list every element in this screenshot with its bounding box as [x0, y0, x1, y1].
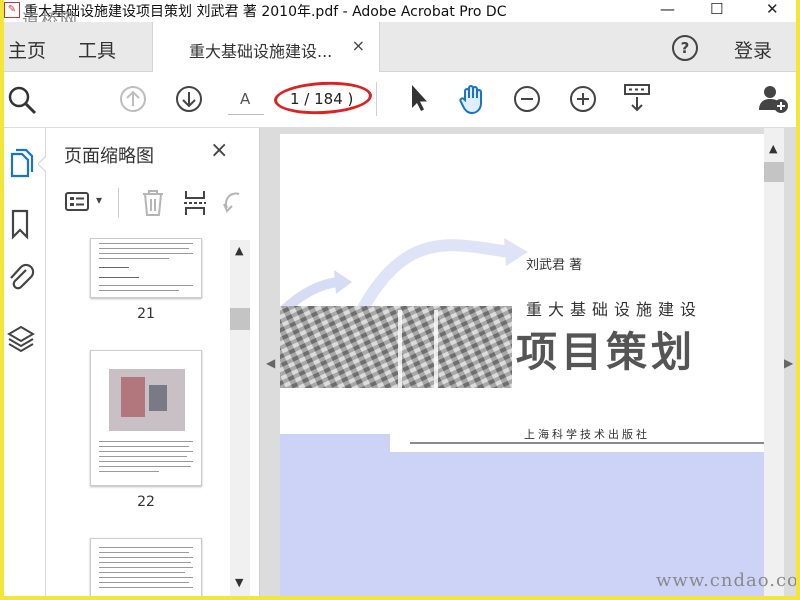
toolbar: A 1 / 184 ): [4, 72, 796, 128]
active-pane-indicator: [38, 156, 46, 172]
thumbnails-panel: 页面缩略图 × ▾ 21 22: [46, 128, 260, 596]
toolbar-divider: [376, 82, 377, 116]
acrobat-logo-icon: ✎: [4, 2, 20, 18]
menu-home[interactable]: 主页: [8, 36, 46, 63]
pdf-page: 刘武君 著 重大基础设施建设 项目策划 上海科学技术出版社: [280, 134, 766, 596]
attachment-icon[interactable]: [6, 262, 36, 296]
app-window: ✎ 重大基础设施建设项目策划 刘武君 著 2010年.pdf - Adobe A…: [4, 0, 796, 596]
tab-row: 主页 工具 重大基础设施建设... × ? 登录: [4, 22, 796, 72]
help-icon[interactable]: ?: [672, 35, 698, 61]
thumbnail-scrollbar[interactable]: ▲ ▼: [230, 240, 250, 596]
page-thumbnail[interactable]: [90, 238, 202, 298]
zoom-in-icon[interactable]: [568, 84, 598, 114]
panel-toolbar-divider: [118, 188, 119, 218]
maximize-button[interactable]: ☐: [710, 0, 723, 18]
insert-page-icon[interactable]: [182, 188, 208, 218]
cover-series-title: 重大基础设施建设: [526, 300, 703, 319]
cover-artwork: [280, 238, 528, 388]
document-scrollbar[interactable]: ▲: [764, 128, 784, 596]
scroll-up-arrow-icon[interactable]: ▲: [235, 244, 243, 257]
document-tab[interactable]: 重大基础设施建设... ×: [152, 22, 380, 72]
doc-scroll-up-arrow-icon[interactable]: ▲: [769, 142, 777, 155]
page-thumbnail[interactable]: [90, 350, 202, 486]
thumbnail-page-label: 22: [137, 494, 155, 510]
thumbnail-list: 21 22: [46, 238, 240, 596]
cover-main-title: 项目策划: [516, 328, 696, 376]
rotate-page-icon[interactable]: [222, 190, 244, 216]
thumbnail-options-icon[interactable]: [64, 190, 90, 214]
navigation-rail: [4, 128, 46, 596]
cover-lower-band-step: [280, 434, 390, 454]
share-user-icon[interactable]: [756, 82, 790, 116]
page-display-icon[interactable]: [622, 82, 652, 114]
search-icon[interactable]: [6, 84, 38, 116]
hand-tool-icon[interactable]: [456, 82, 490, 116]
layers-icon[interactable]: [6, 324, 36, 356]
pages-icon[interactable]: [6, 148, 36, 182]
panel-close-icon[interactable]: ×: [210, 138, 228, 163]
page-number-field-prefix[interactable]: A: [240, 90, 250, 108]
document-tab-label: 重大基础设施建设...: [189, 42, 333, 61]
zoom-out-icon[interactable]: [512, 84, 542, 114]
options-dropdown-arrow-icon[interactable]: ▾: [96, 193, 102, 207]
title-bar: ✎ 重大基础设施建设项目策划 刘武君 著 2010年.pdf - Adobe A…: [4, 0, 796, 22]
next-page-icon[interactable]: [174, 84, 204, 114]
document-viewer[interactable]: ◀ 刘武君 著 重大基础设施建设 项目策划 上海科学技术出版社 ▲ ▶: [260, 128, 796, 596]
document-tab-close-icon[interactable]: ×: [352, 36, 365, 55]
page-thumbnail[interactable]: [90, 538, 202, 596]
minimize-button[interactable]: —: [660, 0, 675, 18]
page-number-field-underline: [228, 114, 264, 115]
cover-author: 刘武君 著: [526, 258, 583, 273]
menu-tools[interactable]: 工具: [78, 36, 116, 63]
thumbnail-scrollbar-thumb[interactable]: [230, 308, 250, 330]
collapse-left-arrow-icon[interactable]: ◀: [266, 356, 275, 370]
document-scrollbar-thumb[interactable]: [764, 162, 784, 182]
publisher-rule: [410, 442, 766, 444]
bookmark-icon[interactable]: [6, 208, 36, 240]
close-window-button[interactable]: ✕: [766, 0, 779, 18]
select-cursor-icon[interactable]: [406, 82, 430, 114]
login-link[interactable]: 登录: [734, 36, 772, 63]
scroll-down-arrow-icon[interactable]: ▼: [235, 576, 243, 589]
panel-title: 页面缩略图: [64, 146, 154, 167]
window-title: 重大基础设施建设项目策划 刘武君 著 2010年.pdf - Adobe Acr…: [24, 4, 507, 20]
delete-page-icon[interactable]: [140, 188, 166, 218]
panel-toolbar: ▾: [46, 180, 260, 226]
thumbnail-page-label: 21: [137, 306, 155, 322]
watermark-cndao: www.cndao.com: [656, 570, 796, 591]
prev-page-icon[interactable]: [118, 84, 148, 114]
cover-publisher: 上海科学技术出版社: [524, 428, 650, 441]
collapse-right-arrow-icon[interactable]: ▶: [784, 356, 793, 370]
highlight-annotation-oval: [273, 79, 373, 117]
